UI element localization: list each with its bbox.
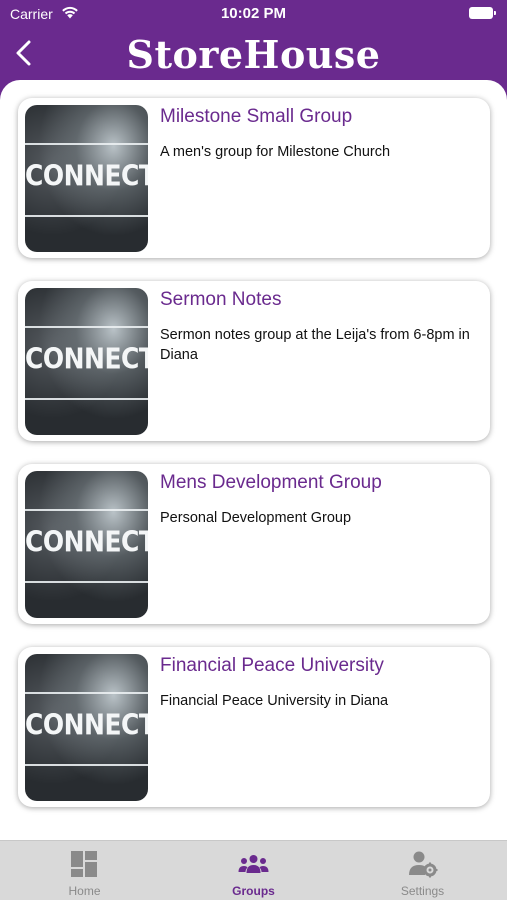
people-group-icon — [238, 855, 269, 873]
group-thumbnail: CONNECT — [25, 471, 148, 618]
tab-groups[interactable]: Groups — [169, 841, 338, 900]
groups-list: CONNECT Milestone Small Group A men's gr… — [0, 80, 507, 840]
group-title: Milestone Small Group — [160, 106, 353, 127]
group-card[interactable]: CONNECT Sermon Notes Sermon notes group … — [18, 281, 490, 441]
battery-icon — [469, 7, 496, 19]
group-title: Financial Peace University — [160, 655, 384, 676]
user-gear-icon — [409, 851, 438, 878]
group-thumbnail: CONNECT — [25, 654, 148, 801]
status-time: 10:02 PM — [220, 5, 287, 22]
group-thumbnail: CONNECT — [25, 288, 148, 435]
thumbnail-text: CONNECT — [25, 524, 148, 559]
group-description: A men's group for Milestone Church — [160, 144, 391, 160]
group-card[interactable]: CONNECT Milestone Small Group A men's gr… — [18, 98, 490, 258]
tab-settings-label: Settings — [400, 884, 445, 898]
storehouse-logo: StoreHouse — [126, 32, 381, 77]
thumbnail-text: CONNECT — [25, 341, 148, 376]
group-description: Sermon notes group at the Leija's from 6… — [160, 327, 470, 363]
thumbnail-text: CONNECT — [25, 158, 148, 193]
nav-header: StoreHouse — [0, 28, 507, 84]
tab-groups-label: Groups — [232, 884, 275, 898]
group-description: Personal Development Group — [160, 510, 352, 526]
tab-home[interactable]: Home — [0, 841, 169, 900]
tab-settings[interactable]: Settings — [338, 841, 507, 900]
status-bar: Carrier 10:02 PM — [0, 0, 507, 28]
group-title: Sermon Notes — [160, 289, 282, 310]
group-card[interactable]: CONNECT Financial Peace University Finan… — [18, 647, 490, 807]
group-card[interactable]: CONNECT Mens Development Group Personal … — [18, 464, 490, 624]
group-description: Financial Peace University in Diana — [160, 693, 389, 709]
tab-bar: Home Groups Settings — [0, 840, 507, 900]
group-title: Mens Development Group — [160, 472, 382, 493]
dashboard-grid-icon — [71, 851, 97, 877]
thumbnail-text: CONNECT — [25, 707, 148, 742]
tab-home-label: Home — [68, 884, 101, 898]
group-thumbnail: CONNECT — [25, 105, 148, 252]
